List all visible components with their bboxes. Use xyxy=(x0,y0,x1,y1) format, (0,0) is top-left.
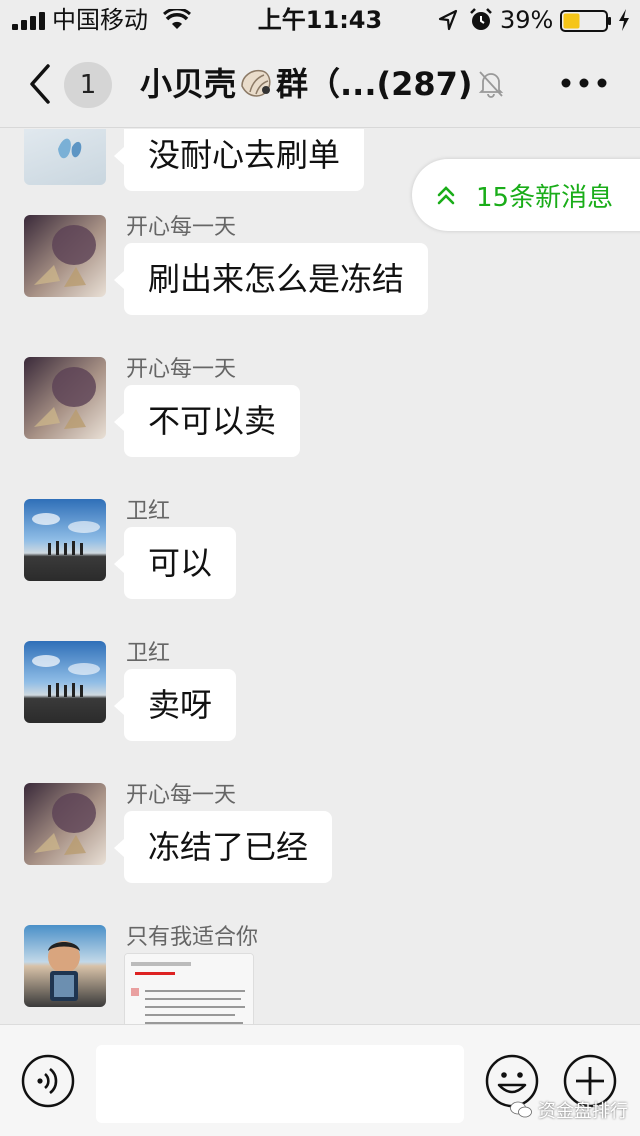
sender-name: 开心每一天 xyxy=(126,357,237,382)
voice-icon[interactable] xyxy=(20,1053,76,1109)
double-chevron-up-icon xyxy=(437,186,455,205)
alarm-icon xyxy=(470,8,492,30)
avatar-image xyxy=(34,367,96,429)
sender-name: 开心每一天 xyxy=(126,783,237,808)
message-input[interactable] xyxy=(96,1045,464,1123)
message-bubble[interactable]: 没耐心去刷单 xyxy=(113,129,365,191)
message-row: 开心每一天 刷出来怎么是冻结 xyxy=(0,209,640,329)
avatar[interactable] xyxy=(24,925,106,1007)
screenshot-thumbnail xyxy=(125,954,253,1024)
message-row: 卫红 可以 xyxy=(0,493,640,613)
sender-name: 只有我适合你 xyxy=(126,925,259,950)
avatar[interactable] xyxy=(24,357,106,439)
avatar[interactable] xyxy=(24,783,106,865)
status-bar: 中国移动 上午11:43 39% xyxy=(0,0,640,40)
wechat-logo-icon xyxy=(510,1101,532,1118)
message-row: 只有我适合你 xyxy=(0,919,640,1024)
sender-name: 开心每一天 xyxy=(126,215,237,240)
message-bubble[interactable]: 不可以卖 xyxy=(113,385,301,457)
watermark-label: 资金盘排行 xyxy=(538,1101,628,1122)
message-row: 开心每一天 不可以卖 xyxy=(0,351,640,471)
message-bubble[interactable]: 刷出来怎么是冻结 xyxy=(113,243,429,315)
message-row: 开心每一天 冻结了已经 xyxy=(0,777,640,897)
avatar[interactable] xyxy=(24,641,106,723)
nav-bar: 1 小贝壳 群（...(287) xyxy=(0,40,640,128)
battery-percent: 39% xyxy=(500,6,554,34)
message-bubble[interactable]: 卖呀 xyxy=(113,669,237,741)
avatar[interactable] xyxy=(24,129,106,185)
message-bubble[interactable]: 可以 xyxy=(113,527,237,599)
message-row: 卫红 卖呀 xyxy=(0,635,640,755)
new-messages-label: 15条新消息 xyxy=(476,182,614,213)
location-arrow-icon xyxy=(438,9,458,31)
input-bar: 资金盘排行 xyxy=(0,1024,640,1136)
watermark: 资金盘排行 xyxy=(510,1097,628,1123)
bell-off-icon xyxy=(478,71,504,98)
message-bubble[interactable]: 冻结了已经 xyxy=(113,811,333,883)
avatar[interactable] xyxy=(24,499,106,581)
unread-count-badge[interactable]: 1 xyxy=(64,62,112,108)
image-message-thumbnail[interactable] xyxy=(124,953,254,1024)
charging-bolt-icon xyxy=(619,9,629,31)
chat-messages[interactable]: 没耐心去刷单 15条新消息 开心每一天 刷出来怎么是冻结 开心每一天 不可以卖 … xyxy=(0,129,640,1024)
sender-name: 卫红 xyxy=(126,499,171,524)
avatar-image xyxy=(32,655,100,697)
avatar-image xyxy=(34,225,96,287)
sender-name: 卫红 xyxy=(126,641,171,666)
battery-icon xyxy=(560,10,611,32)
chat-title-prefix: 小贝壳 xyxy=(140,65,237,103)
chat-title: 小贝壳 群（...(287) xyxy=(140,60,473,108)
avatar-image xyxy=(58,138,82,159)
chevron-left-icon[interactable] xyxy=(26,62,56,106)
shell-emoji-icon xyxy=(241,69,271,97)
avatar-image xyxy=(34,793,96,855)
ellipsis-icon[interactable] xyxy=(560,76,608,90)
chat-title-suffix: 群（...(287) xyxy=(276,65,473,103)
avatar-image xyxy=(48,941,80,1001)
avatar-image xyxy=(32,513,100,555)
avatar[interactable] xyxy=(24,215,106,297)
